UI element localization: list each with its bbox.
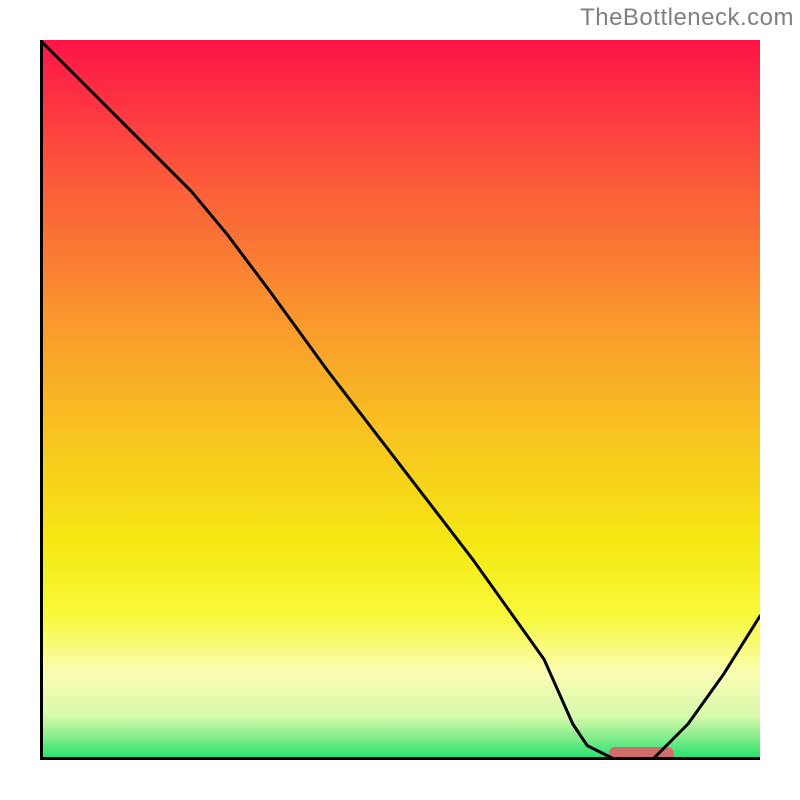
watermark-text: TheBottleneck.com xyxy=(580,4,794,32)
chart-frame: TheBottleneck.com xyxy=(0,0,800,800)
bottleneck-chart xyxy=(40,40,760,760)
chart-svg xyxy=(40,40,760,760)
